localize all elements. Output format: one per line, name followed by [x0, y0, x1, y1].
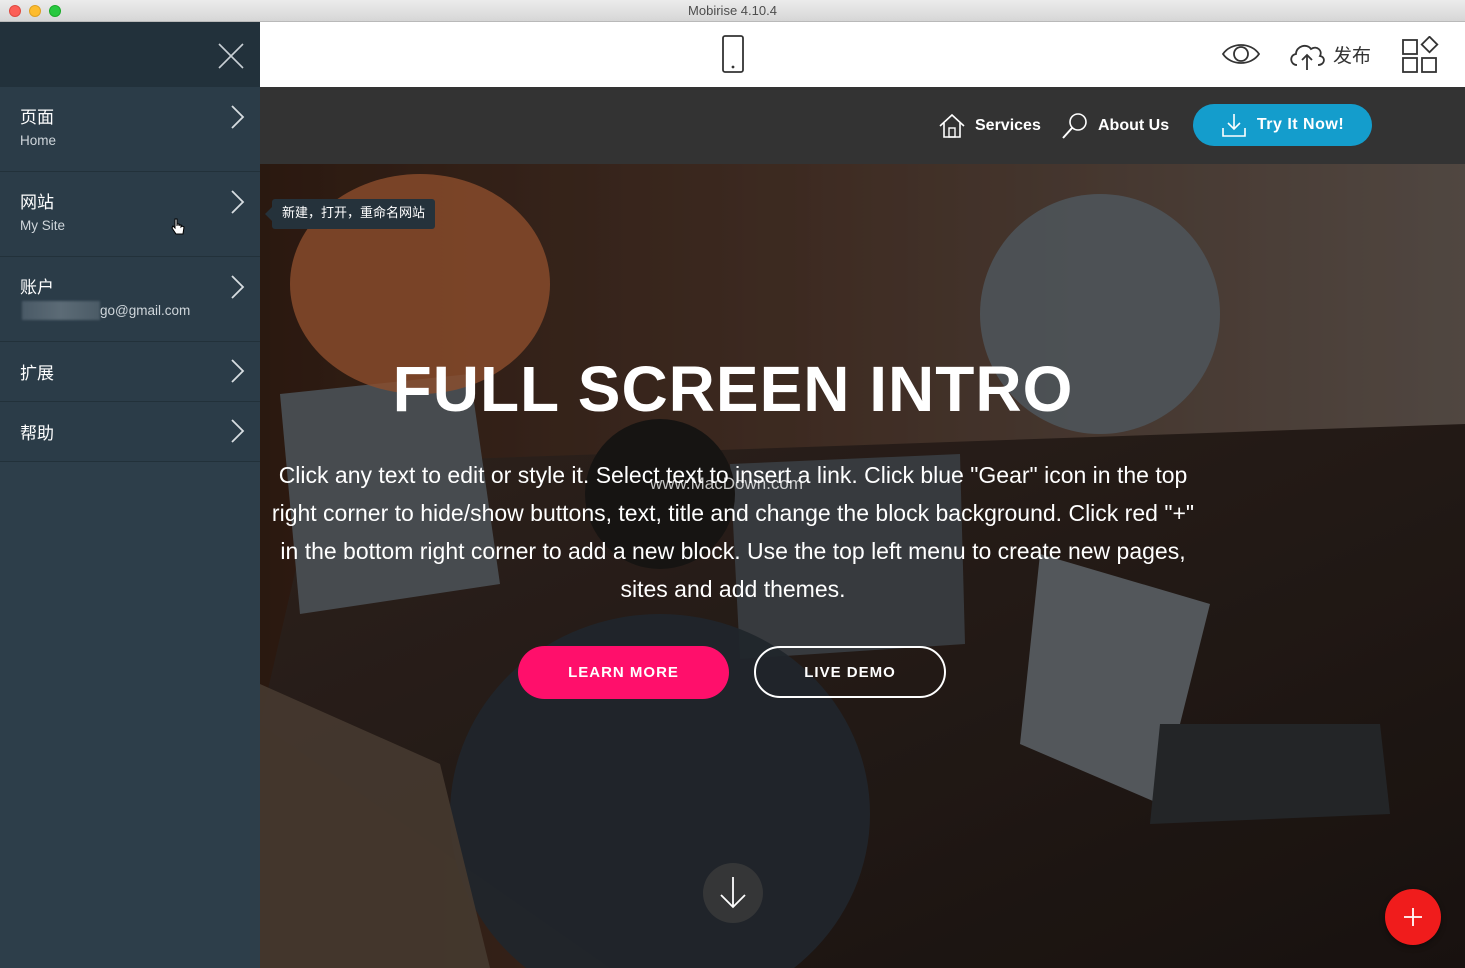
download-icon	[1222, 114, 1246, 137]
sidebar-header	[0, 22, 260, 87]
sidebar-item-subtitle: Home	[20, 133, 57, 148]
nav-about-link[interactable]: About Us	[1061, 111, 1169, 141]
sidebar-menu: 页面 Home 网站 My Site 账户 go@gmail.com 扩展 帮助	[0, 87, 260, 462]
sidebar: 页面 Home 网站 My Site 账户 go@gmail.com 扩展 帮助	[0, 22, 260, 968]
nav-services-label: Services	[975, 117, 1041, 134]
sidebar-item-title: 帮助	[20, 424, 54, 444]
chevron-right-icon	[231, 190, 245, 214]
sidebar-item-title: 扩展	[20, 364, 54, 384]
sidebar-item-title: 网站	[20, 193, 54, 213]
blocks-icon[interactable]	[1401, 36, 1439, 74]
chevron-right-icon	[231, 105, 245, 129]
chevron-right-icon	[231, 275, 245, 299]
sidebar-item-account[interactable]: 账户 go@gmail.com	[0, 257, 260, 342]
close-icon[interactable]	[218, 43, 244, 69]
sidebar-item-pages[interactable]: 页面 Home	[0, 87, 260, 172]
redacted-email-prefix	[22, 301, 100, 320]
phone-icon[interactable]	[721, 35, 745, 73]
nav-services-link[interactable]: Services	[938, 111, 1041, 141]
hand-cursor-icon	[171, 218, 185, 235]
scroll-down-button[interactable]	[703, 863, 763, 923]
site-tooltip: 新建，打开，重命名网站	[264, 199, 436, 229]
sidebar-item-site[interactable]: 网站 My Site	[0, 172, 260, 257]
add-block-button[interactable]	[1385, 889, 1441, 945]
cloud-upload-icon	[1290, 44, 1325, 70]
chevron-right-icon	[231, 419, 245, 443]
plus-icon	[1404, 908, 1422, 926]
watermark: www.MacDown.com	[650, 474, 804, 493]
site-navbar: Services About Us Try It Now!	[260, 87, 1465, 164]
chevron-right-icon	[231, 359, 245, 383]
learn-more-button[interactable]: LEARN MORE	[518, 646, 729, 699]
page-preview: Services About Us Try It Now! FULL SCREE…	[260, 87, 1465, 968]
live-demo-button[interactable]: LIVE DEMO	[754, 646, 946, 698]
hero-title[interactable]: FULL SCREEN INTRO	[260, 352, 1206, 426]
sidebar-item-help[interactable]: 帮助	[0, 402, 260, 462]
arrow-down-icon	[720, 877, 746, 909]
publish-label: 发布	[1333, 44, 1372, 67]
search-icon	[1062, 113, 1087, 139]
publish-button[interactable]: 发布	[1287, 36, 1371, 72]
try-it-now-button[interactable]: Try It Now!	[1193, 104, 1372, 146]
account-email: go@gmail.com	[100, 303, 191, 318]
sidebar-item-subtitle: My Site	[20, 218, 66, 233]
sidebar-item-title: 账户	[20, 278, 54, 298]
sidebar-item-extensions[interactable]: 扩展	[0, 342, 260, 402]
try-it-now-label: Try It Now!	[1256, 116, 1345, 133]
home-icon	[939, 113, 965, 138]
editor-toolbar: 发布	[260, 22, 1465, 87]
window-title: Mobirise 4.10.4	[688, 3, 777, 18]
window-titlebar: Mobirise 4.10.4	[0, 0, 1465, 22]
sidebar-item-title: 页面	[20, 108, 54, 128]
hero-section: FULL SCREEN INTRO Click any text to edit…	[260, 164, 1465, 968]
eye-icon[interactable]	[1221, 40, 1261, 68]
nav-about-label: About Us	[1098, 117, 1170, 134]
